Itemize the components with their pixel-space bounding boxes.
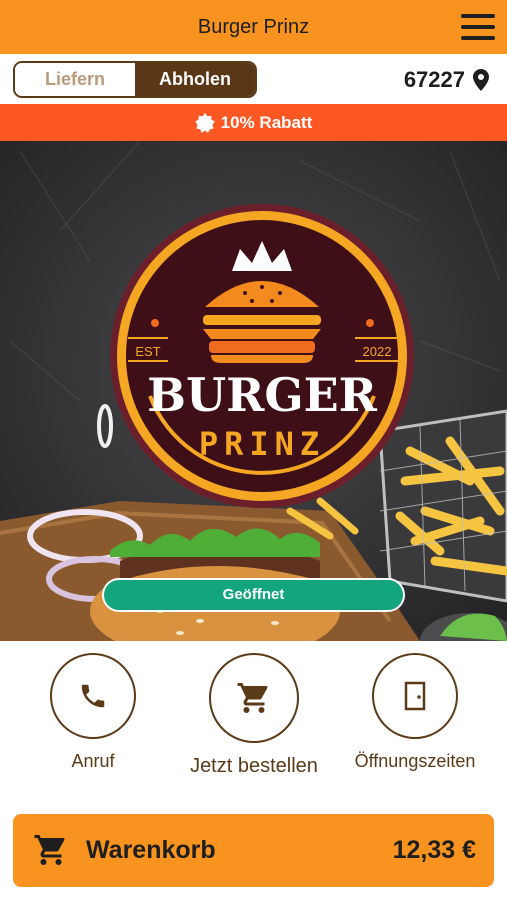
order-now-label: Jetzt bestellen — [190, 755, 318, 777]
app-header: Burger Prinz — [0, 0, 507, 54]
opening-hours-action[interactable]: Öffnungszeiten — [355, 653, 475, 772]
est-label: EST — [135, 344, 160, 359]
cart-icon — [237, 683, 268, 713]
hero-banner: EST 2022 BURGER PRINZ — [0, 141, 507, 641]
brand-wordmark-top: BURGER — [147, 368, 378, 422]
app-title: Burger Prinz — [197, 16, 310, 38]
order-now-action[interactable]: Jetzt bestellen — [190, 653, 318, 778]
call-action[interactable]: Anruf — [49, 653, 137, 772]
brand-wordmark-bottom: PRINZ — [199, 425, 325, 463]
delivery-option[interactable]: Liefern — [15, 63, 135, 96]
hero-food-image: EST 2022 BURGER PRINZ — [0, 141, 507, 641]
pickup-option[interactable]: Abholen — [135, 63, 255, 96]
location-selector[interactable]: 67227 — [404, 66, 489, 94]
call-label: Anruf — [71, 751, 115, 771]
cart-total: 12,33 € — [392, 836, 476, 864]
order-now-button[interactable] — [209, 653, 299, 743]
discount-badge-icon — [194, 112, 215, 133]
door-icon — [404, 681, 426, 711]
est-year: 2022 — [363, 344, 392, 359]
opening-hours-button[interactable] — [372, 653, 458, 739]
discount-text: 10% Rabatt — [220, 112, 313, 132]
discount-banner[interactable]: 10% Rabatt — [0, 104, 507, 141]
order-mode-bar: Liefern Abholen 67227 — [0, 54, 507, 104]
hamburger-menu-icon[interactable] — [461, 14, 495, 40]
delivery-mode-toggle: Liefern Abholen — [13, 61, 257, 98]
postal-code: 67227 — [403, 67, 465, 92]
open-status-badge: Geöffnet — [102, 578, 405, 612]
cart-bar[interactable]: Warenkorb 12,33 € — [13, 814, 494, 887]
map-pin-icon — [473, 69, 489, 91]
opening-hours-label: Öffnungszeiten — [354, 751, 476, 771]
cart-label: Warenkorb — [86, 836, 216, 864]
phone-icon — [81, 684, 105, 708]
call-button[interactable] — [50, 653, 136, 739]
cart-icon — [34, 835, 65, 865]
brand-logo: EST 2022 BURGER PRINZ — [110, 204, 414, 508]
